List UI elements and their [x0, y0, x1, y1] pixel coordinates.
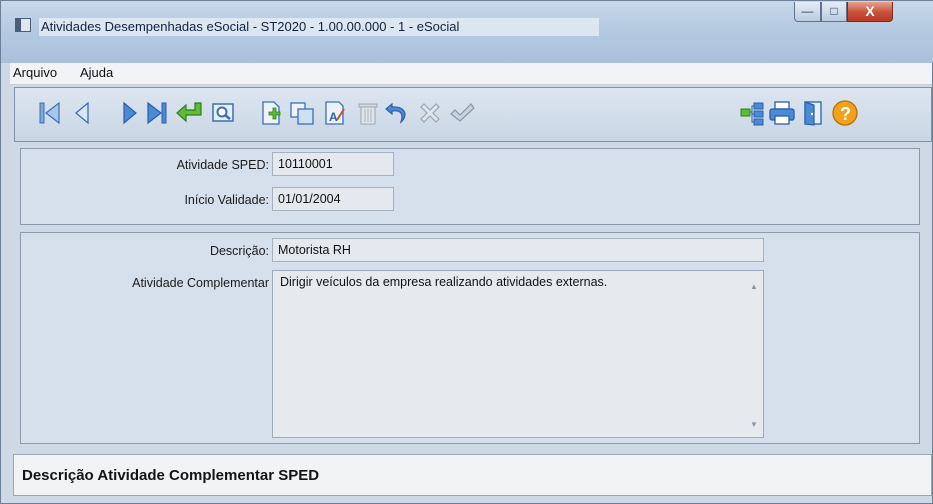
status-bar: Descrição Atividade Complementar SPED [13, 454, 932, 496]
application-window: Atividades Desempenhadas eSocial - ST202… [0, 0, 933, 504]
window-title: Atividades Desempenhadas eSocial - ST202… [39, 18, 599, 36]
app-icon [15, 18, 31, 32]
descricao-field[interactable]: Motorista RH [272, 238, 764, 262]
atividade-sped-field[interactable]: 10110001 [272, 152, 394, 176]
title-bar[interactable]: Atividades Desempenhadas eSocial - ST202… [1, 1, 933, 63]
atividade-complementar-label: Atividade Complementar [132, 276, 269, 290]
scroll-up-icon[interactable]: ▲ [749, 282, 759, 292]
last-record-icon[interactable] [142, 98, 172, 128]
atividade-sped-label: Atividade SPED: [176, 158, 269, 172]
exit-door-icon[interactable] [798, 98, 828, 128]
previous-record-icon[interactable] [67, 98, 97, 128]
search-icon[interactable] [208, 98, 238, 128]
new-record-icon[interactable] [256, 98, 286, 128]
inicio-validade-field[interactable]: 01/01/2004 [272, 187, 394, 211]
maximize-button[interactable]: □ [821, 2, 847, 22]
descricao-label: Descrição: [209, 244, 269, 258]
inicio-validade-label: Início Validade: [184, 193, 269, 207]
svg-text:?: ? [840, 104, 851, 124]
delete-icon[interactable] [353, 98, 383, 128]
return-arrow-icon[interactable] [175, 98, 205, 128]
first-record-icon[interactable] [35, 98, 65, 128]
tree-icon[interactable] [737, 98, 767, 128]
atividade-complementar-textarea[interactable]: Dirigir veículos da empresa realizando a… [272, 270, 764, 438]
svg-text:A: A [329, 110, 338, 124]
menu-ajuda[interactable]: Ajuda [80, 63, 113, 85]
copy-icon[interactable] [287, 98, 317, 128]
confirm-icon[interactable] [447, 98, 477, 128]
close-button[interactable]: X [847, 2, 893, 22]
atividade-complementar-text: Dirigir veículos da empresa realizando a… [280, 275, 608, 289]
undo-icon[interactable] [383, 98, 413, 128]
minimize-button[interactable]: — [794, 2, 821, 22]
cancel-icon[interactable] [415, 98, 445, 128]
menu-bar: Arquivo Ajuda [10, 63, 932, 85]
status-message: Descrição Atividade Complementar SPED [22, 467, 320, 484]
next-record-icon[interactable] [115, 98, 145, 128]
help-icon[interactable]: ? [830, 98, 860, 128]
toolbar: A ? [14, 87, 932, 142]
edit-icon[interactable]: A [320, 98, 350, 128]
menu-arquivo[interactable]: Arquivo [13, 63, 57, 85]
scroll-down-icon[interactable]: ▼ [749, 420, 759, 430]
print-icon[interactable] [767, 98, 797, 128]
vertical-scrollbar[interactable]: ▲ ▼ [746, 272, 762, 436]
